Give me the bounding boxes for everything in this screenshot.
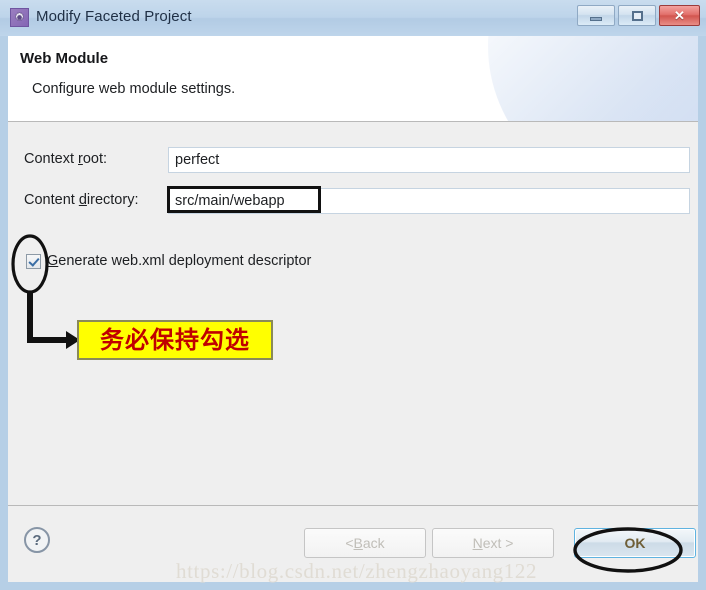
window-title: Modify Faceted Project: [36, 8, 192, 25]
context-root-input[interactable]: [168, 147, 690, 173]
dialog-footer: ? < Back Next > OK: [8, 505, 698, 582]
generate-webxml-label: Generate web.xml deployment descriptor: [47, 253, 312, 269]
generate-webxml-checkbox[interactable]: [26, 253, 41, 269]
maximize-icon: [631, 10, 643, 21]
modify-faceted-project-dialog: Modify Faceted Project ✕ Web Module Conf…: [0, 0, 706, 590]
content-directory-input[interactable]: [168, 188, 690, 214]
annotation-callout-box: 务必保持勾选: [77, 320, 273, 360]
page-title: Web Module: [20, 50, 109, 67]
annotation-callout-text: 务必保持勾选: [100, 326, 250, 354]
window-controls: ✕: [577, 5, 700, 26]
page-description: Configure web module settings.: [32, 81, 236, 97]
back-button[interactable]: < Back: [304, 528, 426, 558]
minimize-button[interactable]: [577, 5, 615, 26]
context-root-label: Context root:: [24, 151, 108, 167]
content-directory-label: Content directory:: [24, 192, 139, 208]
minimize-icon: [590, 16, 602, 21]
generate-webxml-checkbox-row[interactable]: Generate web.xml deployment descriptor: [26, 253, 311, 269]
help-icon[interactable]: ?: [24, 527, 50, 553]
ok-button-label: OK: [624, 535, 646, 551]
maximize-button[interactable]: [618, 5, 656, 26]
gear-icon: [10, 8, 29, 27]
title-bar[interactable]: Modify Faceted Project ✕: [0, 0, 706, 36]
content-directory-row: Content directory:: [8, 188, 698, 214]
ok-button[interactable]: OK: [574, 528, 696, 558]
next-button[interactable]: Next >: [432, 528, 554, 558]
dialog-header: Web Module Configure web module settings…: [8, 36, 698, 122]
close-button[interactable]: ✕: [659, 5, 700, 26]
context-root-row: Context root:: [8, 147, 698, 173]
close-icon: ✕: [674, 8, 685, 23]
dialog-body: Context root: Content directory: Generat…: [8, 123, 698, 505]
